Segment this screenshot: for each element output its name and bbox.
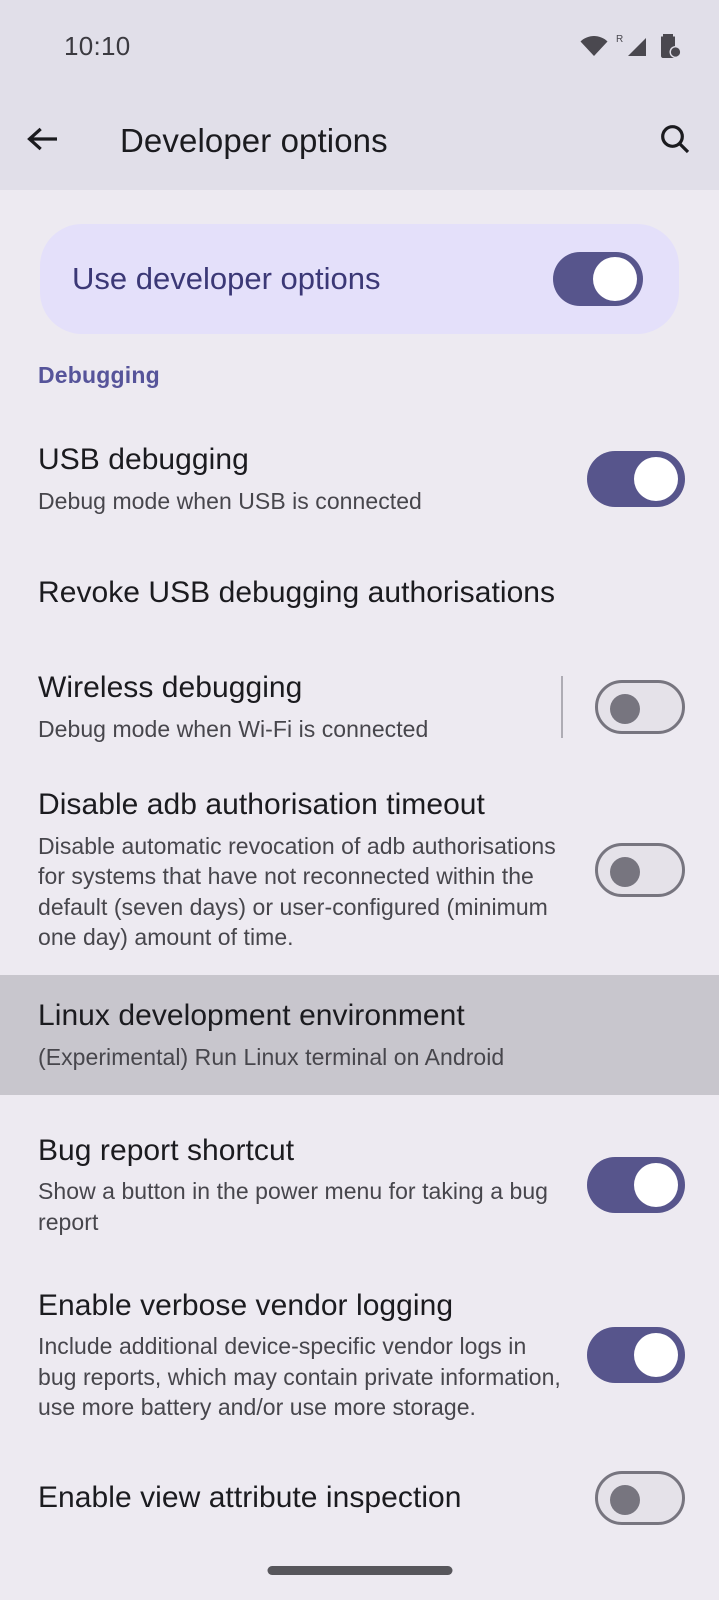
row-text: Linux development environment (Experimen… [38,998,685,1072]
row-text: Disable adb authorisation timeout Disabl… [38,787,595,952]
row-subtitle: (Experimental) Run Linux terminal on And… [38,1043,505,1070]
bug-report-shortcut-switch[interactable] [587,1157,685,1213]
row-wireless-debugging[interactable]: Wireless debugging Debug mode when Wi-Fi… [0,648,719,766]
switch-thumb [610,694,640,724]
row-text: USB debugging Debug mode when USB is con… [38,442,587,516]
row-text: Enable view attribute inspection [38,1480,595,1517]
battery-icon [657,32,683,60]
page-title: Developer options [120,122,388,159]
row-title: Wireless debugging [38,671,303,705]
row-text: Bug report shortcut Show a button in the… [38,1133,587,1237]
use-developer-options-label: Use developer options [72,261,381,296]
switch-thumb [634,457,678,501]
phone-screen: 10:10 R Developer options Use developer … [0,0,719,1600]
row-enable-view-attribute-inspection[interactable]: Enable view attribute inspection [0,1455,719,1541]
search-icon [657,121,693,162]
row-title: Bug report shortcut [38,1133,295,1167]
svg-text:R: R [616,34,623,45]
row-title: Enable verbose vendor logging [38,1288,454,1322]
row-text: Enable verbose vendor logging Include ad… [38,1288,587,1423]
switch-thumb [593,257,637,301]
row-title: USB debugging [38,443,249,477]
enable-verbose-vendor-logging-switch[interactable] [587,1327,685,1383]
disable-adb-timeout-switch[interactable] [595,843,685,897]
row-title: Revoke USB debugging authorisations [38,575,556,609]
roaming-signal-icon: R [616,33,650,59]
row-revoke-usb-authorisations[interactable]: Revoke USB debugging authorisations [0,550,719,636]
wifi-icon [579,34,609,58]
row-usb-debugging[interactable]: USB debugging Debug mode when USB is con… [0,420,719,538]
usb-debugging-switch[interactable] [587,451,685,507]
switch-thumb [610,1485,640,1515]
row-text: Wireless debugging Debug mode when Wi-Fi… [38,670,561,744]
switch-thumb [610,857,640,887]
row-text: Revoke USB debugging authorisations [38,575,685,612]
use-developer-options-row[interactable]: Use developer options [40,224,679,334]
switch-thumb [634,1163,678,1207]
row-subtitle: Debug mode when USB is connected [38,487,422,514]
row-disable-adb-timeout[interactable]: Disable adb authorisation timeout Disabl… [0,780,719,960]
switch-thumb [634,1333,678,1377]
status-bar-clock: 10:10 [64,30,131,61]
status-bar-icons: R [579,32,683,60]
section-header-debugging: Debugging [38,362,160,388]
row-subtitle: Debug mode when Wi-Fi is connected [38,715,429,742]
app-bar: Developer options [0,92,719,190]
row-enable-verbose-vendor-logging[interactable]: Enable verbose vendor logging Include ad… [0,1275,719,1435]
row-subtitle: Show a button in the power menu for taki… [38,1178,549,1235]
row-divider [561,676,563,738]
row-subtitle: Disable automatic revocation of adb auth… [38,833,556,951]
home-gesture-pill[interactable] [267,1566,452,1575]
enable-view-attribute-inspection-switch[interactable] [595,1471,685,1525]
settings-list[interactable]: Use developer options Debugging USB debu… [0,190,719,1600]
use-developer-options-switch[interactable] [553,252,643,306]
row-linux-development-environment[interactable]: Linux development environment (Experimen… [0,975,719,1095]
status-bar: 10:10 R [0,0,719,92]
row-subtitle: Include additional device-specific vendo… [38,1333,561,1420]
search-button[interactable] [631,92,719,190]
row-title: Disable adb authorisation timeout [38,788,485,822]
back-button[interactable] [0,92,86,190]
row-bug-report-shortcut[interactable]: Bug report shortcut Show a button in the… [0,1115,719,1255]
back-arrow-icon [24,122,62,161]
row-title: Linux development environment [38,999,465,1033]
wireless-debugging-switch[interactable] [595,680,685,734]
row-title: Enable view attribute inspection [38,1480,462,1514]
